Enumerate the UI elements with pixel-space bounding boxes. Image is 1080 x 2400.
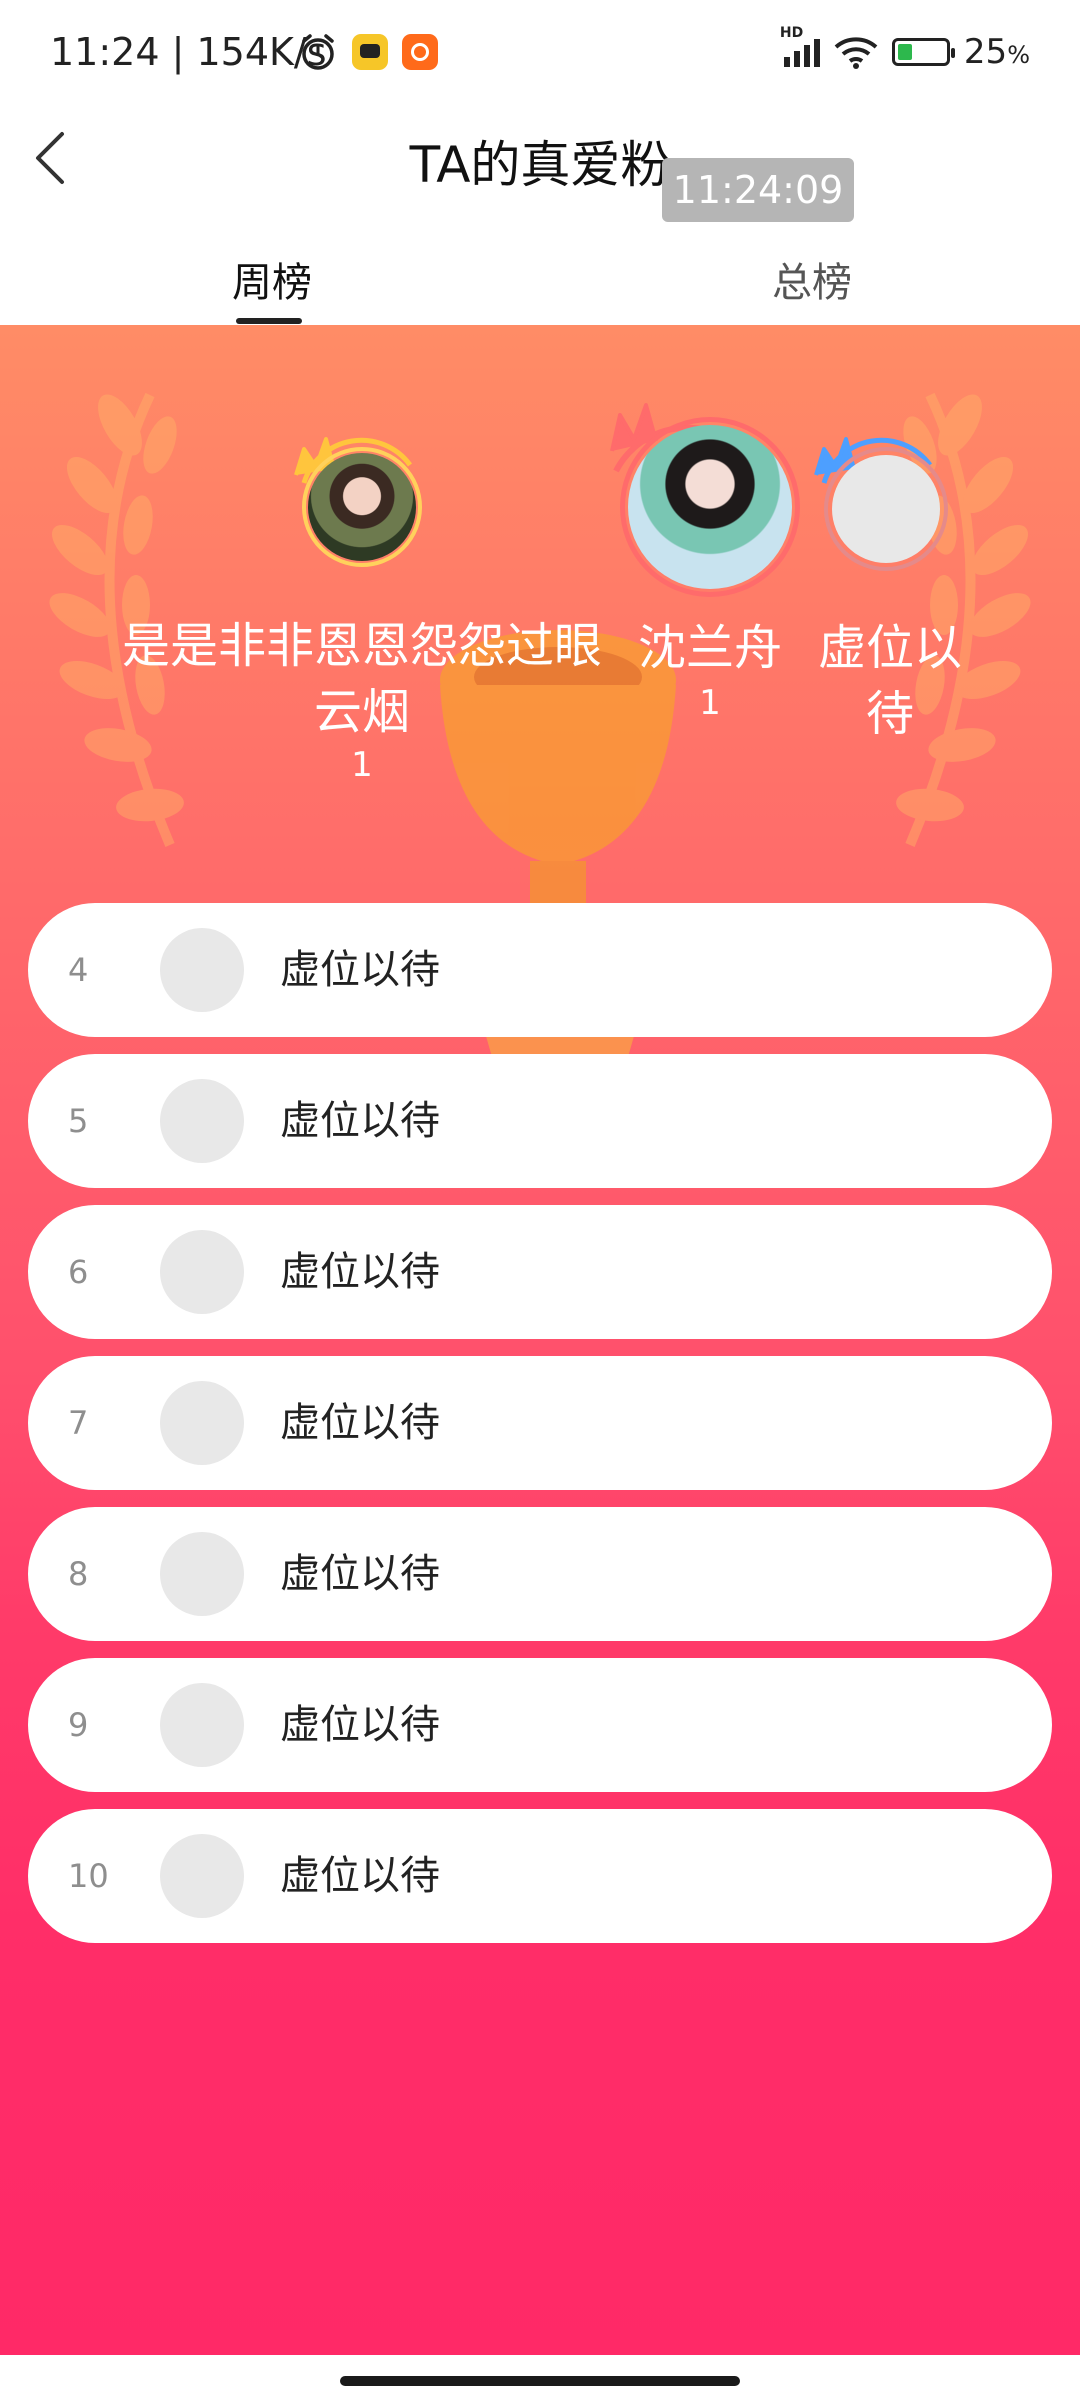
podium-left-name-line2: 云烟: [313, 684, 410, 740]
avatar-placeholder: [160, 928, 244, 1012]
list-item[interactable]: 8 虚位以待: [28, 1507, 1052, 1641]
tab-active-indicator: [236, 318, 302, 324]
podium-right-name-line1: 虚位以: [817, 620, 962, 676]
rank-number: 7: [68, 1404, 89, 1442]
status-time: 11:24 | 154K/s: [50, 30, 327, 74]
home-indicator[interactable]: [340, 2376, 740, 2386]
podium-right-name: 虚位以 待: [780, 615, 1000, 747]
list-item[interactable]: 4 虚位以待: [28, 903, 1052, 1037]
list-item[interactable]: 9 虚位以待: [28, 1658, 1052, 1792]
list-item[interactable]: 7 虚位以待: [28, 1356, 1052, 1490]
rank-number: 8: [68, 1555, 89, 1593]
list-item[interactable]: 6 虚位以待: [28, 1205, 1052, 1339]
rank-name: 虚位以待: [280, 1551, 440, 1597]
rank-name: 虚位以待: [280, 1400, 440, 1446]
avatar-placeholder: [160, 1381, 244, 1465]
signal-hd-label: HD: [779, 25, 804, 41]
avatar-center[interactable]: [628, 425, 792, 589]
podium-right-name-line2: 待: [865, 686, 914, 742]
list-item[interactable]: 10 虚位以待: [28, 1809, 1052, 1943]
tab-total[interactable]: 总榜: [772, 250, 852, 308]
time-overlay: 11:24:09: [662, 158, 854, 222]
podium-left-name-line1: 是是非非恩恩怨怨过眼: [121, 618, 602, 674]
alarm-icon: [302, 34, 334, 70]
avatar-placeholder: [160, 1079, 244, 1163]
rank-name: 虚位以待: [280, 1098, 440, 1144]
rank-name: 虚位以待: [280, 947, 440, 993]
avatar-right-placeholder: [832, 455, 940, 563]
avatar-placeholder: [160, 1230, 244, 1314]
battery-icon: [891, 38, 955, 66]
rank-number: 4: [68, 951, 89, 989]
rank-name: 虚位以待: [280, 1702, 440, 1748]
avatar-placeholder: [160, 1834, 244, 1918]
tab-weekly[interactable]: 周榜: [232, 250, 312, 308]
ranking-panel: 是是非非恩恩怨怨过眼 云烟 1 沈兰舟 1 虚位以 待 4 虚位以待 5 虚位以…: [0, 325, 1080, 2355]
battery-percent: 25%: [963, 32, 1030, 72]
podium-left-score: 1: [351, 745, 373, 785]
podium-center-score: 1: [699, 683, 721, 723]
avatar-left[interactable]: [308, 453, 416, 561]
app-icon-orange: [402, 34, 438, 70]
rank-number: 10: [68, 1857, 109, 1895]
avatar-placeholder: [160, 1532, 244, 1616]
avatar-placeholder: [160, 1683, 244, 1767]
app-icon-yellow: [352, 34, 388, 70]
wifi-icon: [834, 37, 878, 69]
rank-name: 虚位以待: [280, 1853, 440, 1899]
signal-icon: HD: [780, 25, 820, 67]
podium-left-name[interactable]: 是是非非恩恩怨怨过眼 云烟: [112, 613, 612, 745]
list-item[interactable]: 5 虚位以待: [28, 1054, 1052, 1188]
status-bar: 11:24 | 154K/s HD 25%: [0, 0, 1080, 100]
status-right-group: HD 25%: [780, 25, 1030, 74]
page-title: TA的真爱粉: [409, 136, 671, 194]
rank-number: 9: [68, 1706, 89, 1744]
rank-name: 虚位以待: [280, 1249, 440, 1295]
rank-number: 5: [68, 1102, 89, 1140]
rank-number: 6: [68, 1253, 89, 1291]
